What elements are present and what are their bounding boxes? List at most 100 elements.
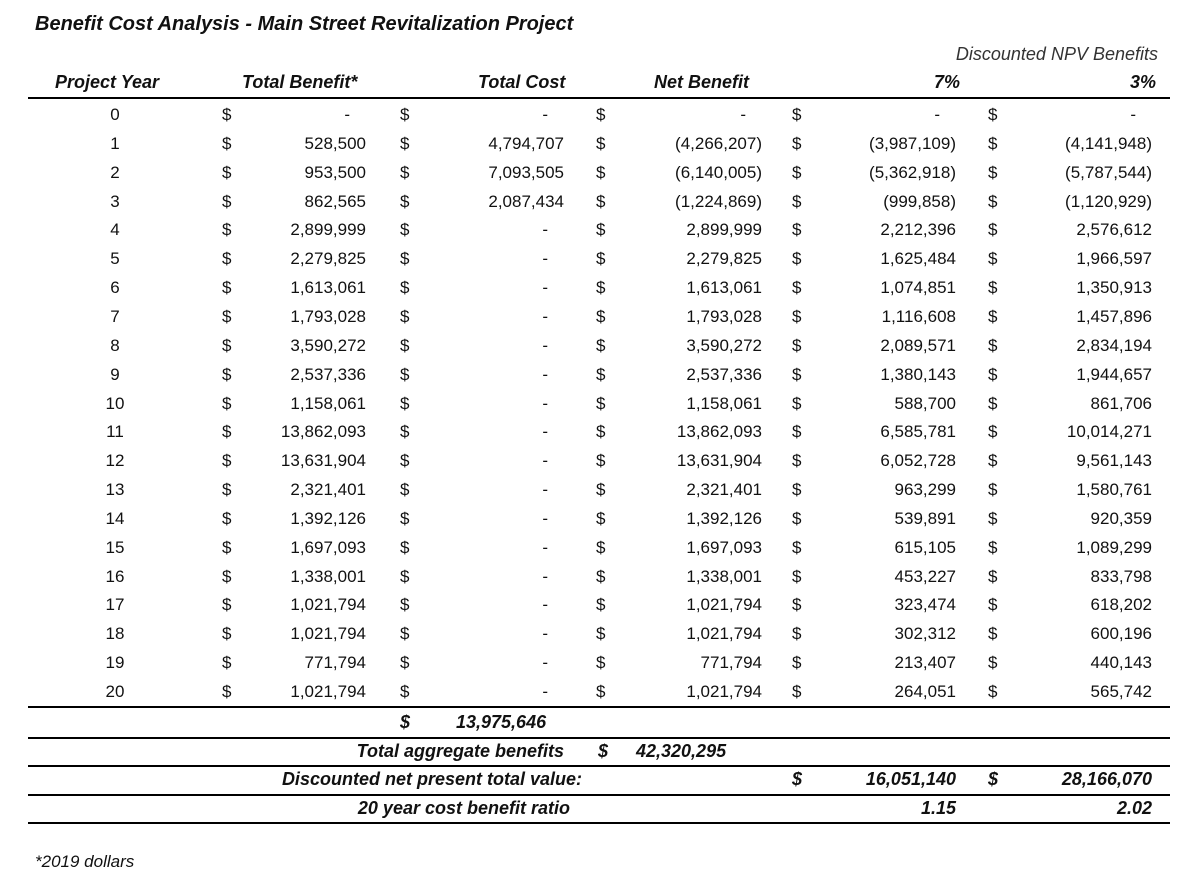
npv3-currency-symbol: $ — [988, 220, 998, 240]
npv7-currency-symbol: $ — [792, 220, 802, 240]
project-year-cell: 5 — [110, 249, 120, 269]
benefit-cell: 2,279,825 — [290, 249, 366, 269]
benefit-cell: 1,697,093 — [290, 537, 366, 557]
net-currency-symbol: $ — [596, 105, 606, 124]
cost-cell: - — [542, 393, 548, 413]
npv3-cell: 1,944,657 — [1076, 364, 1152, 384]
npv7-cell: 323,474 — [894, 595, 956, 615]
cost-currency-symbol: $ — [400, 537, 410, 557]
npv7-currency-symbol: $ — [792, 682, 802, 701]
benefit-currency-symbol: $ — [222, 422, 232, 442]
project-year-cell: 20 — [105, 682, 125, 701]
cost-cell: - — [542, 566, 548, 586]
project-year-cell: 9 — [110, 364, 120, 384]
npv3-currency-symbol: $ — [988, 133, 998, 153]
benefit-cell: 528,500 — [304, 133, 366, 153]
benefit-currency-symbol: $ — [222, 191, 232, 211]
npv7-currency-symbol: $ — [792, 537, 802, 557]
net-cell: (4,266,207) — [675, 133, 762, 153]
net-cell: 3,590,272 — [686, 335, 762, 355]
npv7-cell: (999,858) — [883, 191, 956, 211]
table-row: 12 $13,631,904 $ - $13,631,904 $6,052,728 $9,5… — [0, 446, 1200, 475]
npv3-currency-symbol: $ — [988, 105, 998, 124]
npv7-currency-symbol: $ — [792, 191, 802, 211]
npv7-currency-symbol: $ — [792, 105, 802, 124]
cost-currency-symbol: $ — [400, 451, 410, 471]
npv7-cell: (3,987,109) — [869, 133, 956, 153]
cost-currency-symbol: $ — [400, 422, 410, 442]
page-title: Benefit Cost Analysis - Main Street Revi… — [35, 13, 574, 35]
cost-currency-symbol: $ — [400, 191, 410, 211]
benefit-cell: 771,794 — [304, 653, 366, 673]
cost-currency-symbol: $ — [400, 162, 410, 182]
table-row: 3 $862,565 $2,087,434 $ (1,224,869) $ (999,858… — [0, 187, 1200, 216]
npv3-cell: 440,143 — [1090, 653, 1152, 673]
npv3-currency: $ — [988, 769, 999, 789]
cost-currency-symbol: $ — [400, 480, 410, 500]
npv7-cell: 1,625,484 — [880, 249, 956, 269]
cost-currency-symbol: $ — [400, 682, 410, 701]
npv3-currency-symbol: $ — [988, 682, 998, 701]
npv7-currency-symbol: $ — [792, 133, 802, 153]
project-year-cell: 3 — [110, 191, 120, 211]
npv7-cell: 615,105 — [894, 537, 956, 557]
benefit-currency-symbol: $ — [222, 105, 232, 124]
cost-currency-symbol: $ — [400, 653, 410, 673]
benefit-cell: 1,158,061 — [290, 393, 366, 413]
net-currency-symbol: $ — [596, 393, 606, 413]
project-year-cell: 18 — [105, 624, 125, 644]
npv7-cell: 302,312 — [894, 624, 956, 644]
benefit-cell: 2,899,999 — [290, 220, 366, 240]
table-row: 6 $1,613,061 $ - $1,613,061 $1,074,851 $1,350,… — [0, 273, 1200, 302]
npv3-currency-symbol: $ — [988, 451, 998, 471]
npv3-currency-symbol: $ — [988, 191, 998, 211]
net-cell: 13,862,093 — [676, 422, 762, 442]
net-cell: 2,321,401 — [686, 480, 762, 500]
net-currency-symbol: $ — [596, 191, 606, 211]
npv3-cell: 833,798 — [1090, 566, 1152, 586]
npv7-cell: 1,074,851 — [880, 278, 956, 298]
cost-cell: - — [542, 624, 548, 644]
npv7-currency-symbol: $ — [792, 162, 802, 182]
table-row: 2 $953,500 $7,093,505 $ (6,140,005) $ (5,362,9… — [0, 158, 1200, 187]
npv7-currency-symbol: $ — [792, 393, 802, 413]
benefit-cell: 953,500 — [304, 162, 366, 182]
benefit-currency-symbol: $ — [222, 393, 232, 413]
npv3-currency-symbol: $ — [988, 595, 998, 615]
benefit-currency-symbol: $ — [222, 537, 232, 557]
cost-currency-symbol: $ — [400, 393, 410, 413]
benefit-cell: 2,321,401 — [290, 480, 366, 500]
benefit-cell: 13,862,093 — [280, 422, 366, 442]
table-row: 14 $1,392,126 $ - $1,392,126 $539,891 $920,359 — [0, 504, 1200, 533]
net-cell: 13,631,904 — [676, 451, 762, 471]
cost-cell: 4,794,707 — [488, 133, 564, 153]
cost-cell: - — [542, 537, 548, 557]
total-cost-value: 13,975,646 — [456, 712, 547, 732]
cost-currency-symbol: $ — [400, 335, 410, 355]
npv7-currency-symbol: $ — [792, 451, 802, 471]
net-cell: 2,537,336 — [686, 364, 762, 384]
net-cell: 1,793,028 — [686, 306, 762, 326]
table-row: 7 $1,793,028 $ - $1,793,028 $1,116,608 $1,457,… — [0, 302, 1200, 331]
cost-cell: - — [542, 595, 548, 615]
net-cell: 771,794 — [700, 653, 762, 673]
benefit-currency-symbol: $ — [222, 451, 232, 471]
benefit-cell: 13,631,904 — [280, 451, 366, 471]
ratio-row: 20 year cost benefit ratio 1.15 2.02 — [0, 794, 1200, 822]
benefit-currency-symbol: $ — [222, 249, 232, 269]
npv7-currency-symbol: $ — [792, 364, 802, 384]
npv3-currency-symbol: $ — [988, 335, 998, 355]
benefit-cell: 3,590,272 — [290, 335, 366, 355]
net-currency-symbol: $ — [596, 133, 606, 153]
npv7-cell: 1,380,143 — [880, 364, 956, 384]
aggregate-benefits-row: Total aggregate benefits $ 42,320,295 — [0, 737, 1200, 765]
project-year-cell: 4 — [110, 220, 120, 240]
table-row: 8 $3,590,272 $ - $3,590,272 $2,089,571 $2,834,… — [0, 331, 1200, 360]
benefit-currency-symbol: $ — [222, 508, 232, 528]
table-row: 19 $771,794 $ - $771,794 $213,407 $440,143 — [0, 648, 1200, 677]
project-year-cell: 1 — [110, 133, 120, 153]
net-currency-symbol: $ — [596, 364, 606, 384]
cost-currency-symbol: $ — [400, 566, 410, 586]
npv7-cell: 6,585,781 — [880, 422, 956, 442]
table-row: 4 $2,899,999 $ - $2,899,999 $2,212,396 $2,576,… — [0, 215, 1200, 244]
